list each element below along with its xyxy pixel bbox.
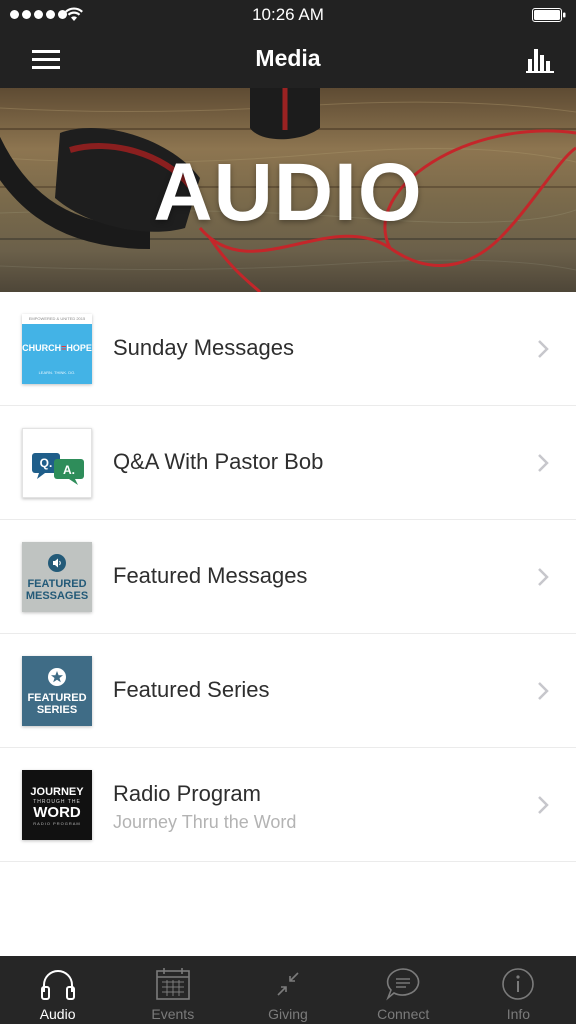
bar-chart-icon[interactable] [526, 45, 554, 73]
featured-series-thumbnail: FEATURED SERIES [22, 656, 92, 726]
tab-label: Giving [268, 1006, 308, 1022]
tab-label: Info [506, 1006, 531, 1022]
list-item-title: Radio Program [113, 781, 261, 806]
hero-banner: AUDIO [0, 88, 576, 292]
list-item-title: Q&A With Pastor Bob [113, 449, 324, 474]
chevron-right-icon [538, 568, 549, 586]
status-time: 10:26 AM [252, 5, 324, 24]
chevron-right-icon [538, 340, 549, 358]
list-item-radio-program[interactable]: JOURNEY THROUGH THE WORD RADIO PROGRAM R… [0, 748, 576, 862]
star-icon [48, 668, 66, 686]
list-item-featured-messages[interactable]: FEATURED MESSAGES Featured Messages [0, 520, 576, 634]
audio-list: EMPOWERED & UNITED 2015 CHURCH=HOPE LEAR… [0, 292, 576, 862]
list-item-featured-series[interactable]: FEATURED SERIES Featured Series [0, 634, 576, 748]
tab-bar: Audio Events Giving Connect Info [0, 956, 576, 1024]
sunday-messages-thumbnail: EMPOWERED & UNITED 2015 CHURCH=HOPE LEAR… [22, 314, 92, 384]
tab-giving[interactable]: Giving [230, 956, 345, 1024]
tab-label: Connect [377, 1006, 430, 1022]
list-item-title: Featured Messages [113, 563, 308, 588]
nav-bar: Media [0, 30, 576, 88]
svg-text:A.: A. [63, 463, 75, 477]
tab-info[interactable]: Info [461, 956, 576, 1024]
calendar-icon [155, 968, 190, 1000]
tab-connect[interactable]: Connect [346, 956, 461, 1024]
qa-speech-bubbles-icon: Q. A. [32, 453, 84, 485]
list-item-title: Sunday Messages [113, 335, 294, 360]
tab-label: Events [151, 1006, 195, 1022]
info-icon [502, 968, 535, 1000]
page-title: Media [255, 45, 321, 71]
tab-audio[interactable]: Audio [0, 956, 115, 1024]
list-item-subtitle: Journey Thru the Word [113, 812, 297, 832]
hero-title: AUDIO [153, 147, 423, 238]
chevron-right-icon [538, 682, 549, 700]
featured-messages-thumbnail: FEATURED MESSAGES [22, 542, 92, 612]
qa-thumbnail: Q. A. [22, 428, 92, 498]
list-item-qa-pastor-bob[interactable]: Q. A. Q&A With Pastor Bob [0, 406, 576, 520]
chevron-right-icon [538, 796, 549, 814]
svg-text:Q.: Q. [40, 456, 53, 470]
list-item-title: Featured Series [113, 677, 270, 702]
chevron-right-icon [538, 454, 549, 472]
status-bar: 10:26 AM [0, 0, 576, 30]
speaker-icon [48, 554, 66, 572]
headphones-icon [40, 970, 75, 1000]
arrows-in-icon [277, 972, 299, 996]
chat-bubble-icon [386, 968, 420, 1001]
battery-icon [532, 8, 566, 22]
radio-program-thumbnail: JOURNEY THROUGH THE WORD RADIO PROGRAM [22, 770, 92, 840]
list-item-sunday-messages[interactable]: EMPOWERED & UNITED 2015 CHURCH=HOPE LEAR… [0, 292, 576, 406]
tab-label: Audio [39, 1006, 76, 1022]
tab-events[interactable]: Events [115, 956, 230, 1024]
